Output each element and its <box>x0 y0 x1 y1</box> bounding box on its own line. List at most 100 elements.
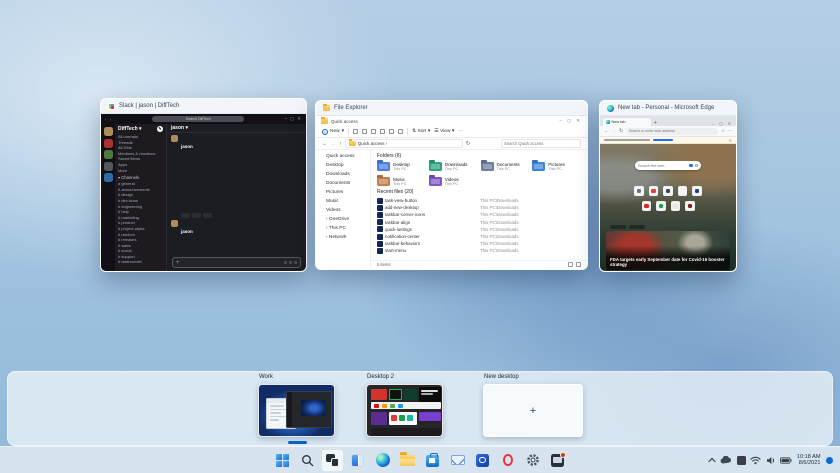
explorer-sidebar-item: Downloads <box>318 170 368 179</box>
snipping-tool-button[interactable] <box>546 449 569 472</box>
slack-history-arrows: ‹ › <box>105 117 112 122</box>
explorer-sidebar-item: Quick access <box>318 152 368 161</box>
mini-tile <box>389 389 402 400</box>
taskbar-clock[interactable]: 10:18 AM 8/6/2021 <box>797 454 821 467</box>
slack-attach-icon: + <box>176 260 180 266</box>
mini-tile <box>382 404 387 408</box>
rename-icon <box>380 129 385 134</box>
slack-window-controls: – ◻ ✕ <box>284 116 302 122</box>
slack-workspace-name: DiffTech ▾ <box>118 126 142 132</box>
folder-tile: Videos This PC <box>429 175 478 188</box>
explorer-sidebar-item: › Network <box>318 233 368 242</box>
folder-tile: Desktop This PC <box>377 160 426 173</box>
recent-file-row: taskbar-behaviors This PC\Downloads <box>377 240 581 247</box>
recent-file-row: quick-settings This PC\Downloads <box>377 226 581 233</box>
explorer-sidebar-item: › OneDrive <box>318 215 368 224</box>
back-icon: ← <box>322 141 328 147</box>
explorer-sidebar-item: Desktop <box>318 161 368 170</box>
search-button[interactable] <box>296 449 319 472</box>
mini-tile <box>390 404 395 408</box>
back-icon: ← <box>604 128 609 134</box>
media-player-icon <box>476 454 489 467</box>
explorer-search-input <box>504 141 578 146</box>
settings-gear-icon <box>526 453 540 467</box>
edge-notification-banner: ✕ <box>600 137 736 144</box>
slack-user-avatar <box>171 135 178 142</box>
wifi-icon[interactable] <box>750 456 761 465</box>
file-thumbnail <box>377 241 383 247</box>
tray-app-icon[interactable] <box>737 456 746 465</box>
onedrive-cloud-icon[interactable] <box>720 456 732 464</box>
opera-icon <box>503 454 513 467</box>
explorer-window-controls: – ◻ ✕ <box>559 118 582 124</box>
slack-input-toolbar-icons <box>284 261 297 264</box>
notification-center-badge[interactable] <box>825 456 834 465</box>
explorer-sidebar-item: Pictures <box>318 188 368 197</box>
file-explorer-app-icon <box>323 105 330 111</box>
tray-chevron-up-icon[interactable] <box>708 457 716 463</box>
banner-link-bar <box>653 139 673 141</box>
folder-icon <box>349 141 356 147</box>
desktop-2-thumbnail[interactable] <box>366 384 443 437</box>
slack-window-titlebar[interactable]: Slack | jason | DiffTech <box>101 99 306 114</box>
recent-file-row: notification-center This PC\Downloads <box>377 233 581 240</box>
quick-link-tile <box>692 186 702 196</box>
slack-top-bar: ‹ › Search DiffTech – ◻ ✕ <box>101 114 306 124</box>
slack-workspace-avatar <box>104 173 113 182</box>
edge-icon <box>376 453 390 467</box>
window-edge[interactable]: New tab - Personal - Microsoft Edge New … <box>599 100 737 272</box>
recent-file-row: start-menu This PC\Downloads <box>377 247 581 254</box>
view-button: ☰ View ▾ <box>434 129 454 134</box>
explorer-sidebar-item: Music <box>318 197 368 206</box>
folder-tile: Documents This PC <box>481 160 530 173</box>
news-headline: FDA targets early September date for Cov… <box>610 257 726 268</box>
slack-workspace-avatar <box>104 139 113 148</box>
window-file-explorer[interactable]: File Explorer Quick access – ◻ ✕ + New ▾… <box>315 100 588 270</box>
edge-window-title: New tab - Personal - Microsoft Edge <box>618 105 714 111</box>
forward-icon: → <box>331 141 337 147</box>
quick-link-tile <box>685 201 695 211</box>
battery-icon[interactable] <box>780 457 792 464</box>
mini-tile <box>398 404 403 408</box>
start-button[interactable] <box>271 449 294 472</box>
slack-nav-item: More <box>118 168 163 174</box>
volume-icon[interactable] <box>766 456 776 465</box>
edge-address-bar <box>626 128 719 135</box>
explorer-window-titlebar[interactable]: File Explorer <box>316 101 587 116</box>
edge-app-icon <box>607 105 614 112</box>
quick-link-tile <box>656 201 666 211</box>
mini-tile <box>399 415 405 421</box>
desktop-work-thumbnail[interactable] <box>258 384 335 437</box>
quick-link-tile <box>649 186 659 196</box>
microsoft-store-button[interactable] <box>421 449 444 472</box>
file-explorer-taskbar-button[interactable] <box>396 449 419 472</box>
task-view-button[interactable] <box>321 449 344 472</box>
banner-close-icon: ✕ <box>729 138 732 143</box>
notification-badge-dot <box>560 452 566 458</box>
edge-taskbar-button[interactable] <box>371 449 394 472</box>
folder-icon <box>429 162 442 171</box>
voice-search-icon <box>689 164 693 168</box>
slack-sidebar: DiffTech ▾ ✎ All unreadsThreadsAll DMsMe… <box>115 124 167 272</box>
settings-button[interactable] <box>521 449 544 472</box>
window-slack[interactable]: Slack | jason | DiffTech ‹ › Search Diff… <box>100 98 307 272</box>
explorer-window-title: File Explorer <box>334 105 368 111</box>
widgets-button[interactable] <box>346 449 369 472</box>
refresh-icon: ↻ <box>619 128 623 134</box>
new-desktop-button[interactable]: + <box>483 384 583 437</box>
edge-window-titlebar[interactable]: New tab - Personal - Microsoft Edge <box>600 101 736 116</box>
opera-button[interactable] <box>496 449 519 472</box>
media-player-button[interactable] <box>471 449 494 472</box>
file-thumbnail <box>377 226 383 232</box>
explorer-status-bar: 6 items <box>371 260 587 268</box>
favorites-icon: ☆ <box>721 128 725 134</box>
slack-message-author: jason <box>181 144 193 149</box>
snipping-tool-icon <box>551 454 564 467</box>
explorer-sidebar-item: Videos <box>318 206 368 215</box>
recent-file-row: taskbar-corner-icons This PC\Downloads <box>377 211 581 218</box>
mail-button[interactable] <box>446 449 469 472</box>
plus-icon: + <box>530 405 536 417</box>
file-thumbnail <box>377 234 383 240</box>
edge-tab-strip: New tab + – ◻ ✕ <box>600 116 736 126</box>
windows-logo-icon <box>276 454 289 467</box>
